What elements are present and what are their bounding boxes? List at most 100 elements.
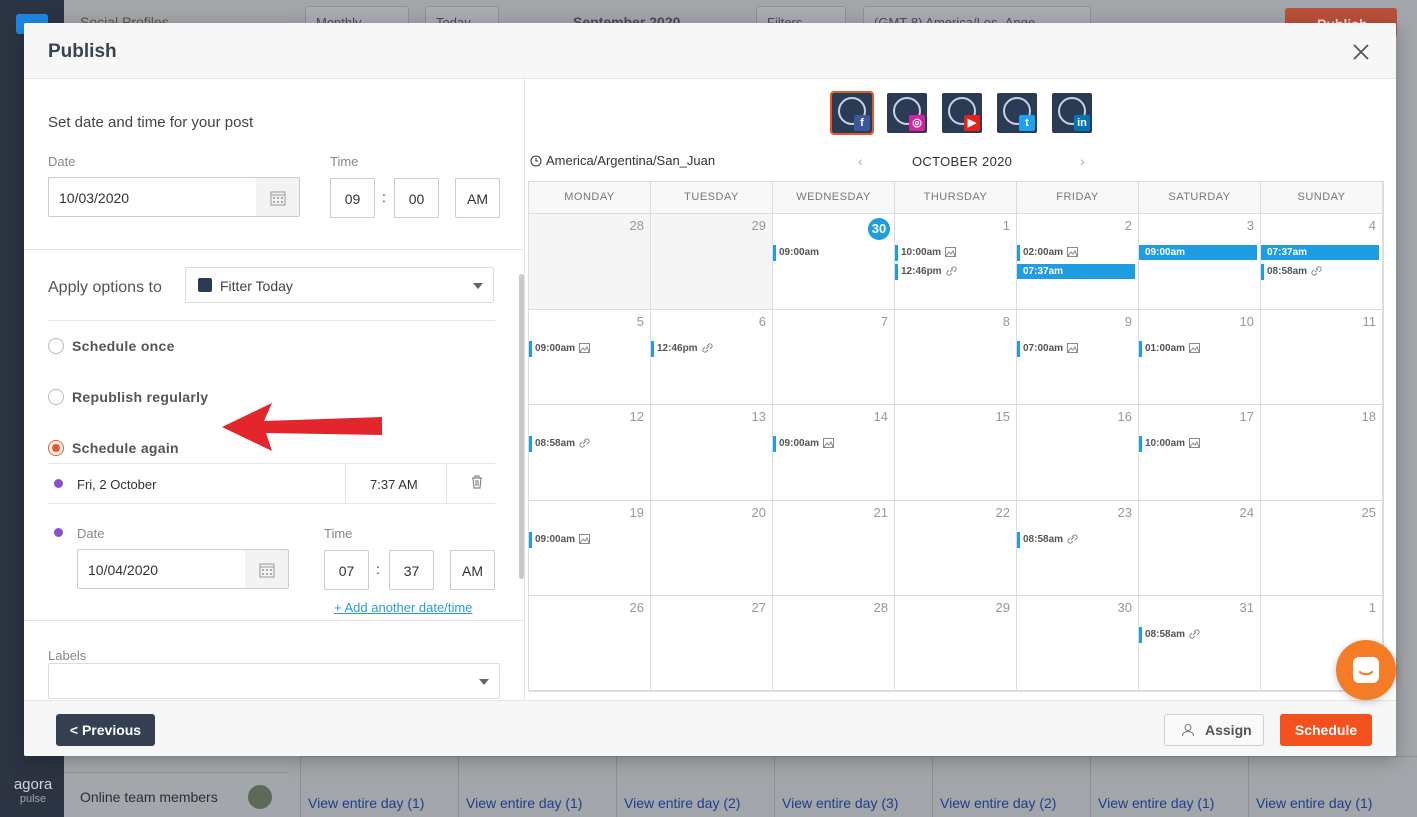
- calendar-day-cell[interactable]: 25: [1261, 500, 1383, 597]
- calendar-day-cell[interactable]: 13: [651, 405, 773, 501]
- view-entire-day-link[interactable]: View entire day (2): [940, 795, 1056, 811]
- scheduled-post-event[interactable]: 07:00am: [1017, 340, 1079, 357]
- republish-regularly-label[interactable]: Republish regularly: [72, 389, 208, 405]
- calendar-day-cell[interactable]: 19 09:00am: [529, 500, 651, 597]
- chat-support-button[interactable]: [1336, 640, 1396, 700]
- assign-button[interactable]: Assign: [1164, 714, 1264, 746]
- next-month-chevron-icon[interactable]: ›: [1080, 153, 1085, 169]
- online-team-members[interactable]: Online team members: [64, 772, 288, 817]
- view-entire-day-link[interactable]: View entire day (1): [466, 795, 582, 811]
- schedule-once-radio[interactable]: [48, 338, 64, 354]
- schedule-again-radio[interactable]: [48, 440, 64, 456]
- scheduled-post-event[interactable]: 10:00am: [895, 245, 957, 261]
- calendar-day-cell[interactable]: 4 07:37am 08:58am: [1261, 214, 1383, 310]
- linkedin-profile-tab[interactable]: in: [1052, 93, 1092, 133]
- second-date-picker-button[interactable]: [245, 549, 289, 589]
- calendar-day-cell[interactable]: 15: [895, 405, 1017, 501]
- minute-input[interactable]: 00: [394, 178, 439, 218]
- schedule-once-label[interactable]: Schedule once: [72, 338, 175, 354]
- scheduled-post-event[interactable]: 09:00am: [1139, 245, 1257, 260]
- calendar-day-cell[interactable]: 29: [895, 596, 1017, 692]
- republish-regularly-radio[interactable]: [48, 389, 64, 405]
- scheduled-post-event[interactable]: 08:58am: [1139, 627, 1200, 644]
- calendar-day-cell[interactable]: 3 09:00am: [1139, 214, 1261, 310]
- calendar-day-cell[interactable]: 9 07:00am: [1017, 309, 1139, 406]
- scheduled-post-event[interactable]: 12:46pm: [895, 264, 957, 280]
- calendar-day-cell[interactable]: 6 12:46pm: [651, 309, 773, 406]
- second-hour-input[interactable]: 07: [324, 550, 369, 590]
- scheduled-post-event[interactable]: 09:00am: [773, 245, 819, 261]
- labels-select[interactable]: [48, 663, 500, 699]
- view-entire-day-link[interactable]: View entire day (1): [1098, 795, 1214, 811]
- calendar-day-cell[interactable]: 18: [1261, 405, 1383, 501]
- second-date-input[interactable]: 10/04/2020: [77, 549, 246, 589]
- calendar-day-cell[interactable]: 12 08:58am: [529, 405, 651, 501]
- divider: [48, 463, 495, 464]
- youtube-profile-tab[interactable]: ▶: [942, 93, 982, 133]
- calendar-day-cell[interactable]: 30: [1017, 596, 1139, 692]
- hour-input[interactable]: 09: [330, 178, 375, 218]
- scheduled-post-event[interactable]: 09:00am: [529, 340, 591, 357]
- calendar-day-cell[interactable]: 16: [1017, 405, 1139, 501]
- calendar-day-cell[interactable]: 20: [651, 500, 773, 597]
- link-icon: [702, 343, 713, 353]
- view-entire-day-link[interactable]: View entire day (2): [624, 795, 740, 811]
- calendar-day-cell[interactable]: 10 01:00am: [1139, 309, 1261, 406]
- calendar-day-cell[interactable]: 8: [895, 309, 1017, 406]
- modal-header: Publish: [24, 23, 1396, 79]
- second-ampm-toggle[interactable]: AM: [450, 550, 495, 590]
- scheduled-post-event[interactable]: 08:58am: [1261, 264, 1322, 280]
- trash-icon[interactable]: [471, 475, 483, 489]
- previous-button[interactable]: < Previous: [56, 714, 155, 746]
- date-input[interactable]: 10/03/2020: [48, 177, 257, 217]
- scheduled-post-event[interactable]: 10:00am: [1139, 436, 1201, 453]
- calendar-day-cell[interactable]: 21: [773, 500, 895, 597]
- add-another-datetime-link[interactable]: + Add another date/time: [334, 600, 472, 615]
- scheduled-post-event[interactable]: 09:00am: [773, 436, 835, 453]
- prev-month-chevron-icon[interactable]: ‹: [858, 153, 863, 169]
- calendar-day-cell[interactable]: 31 08:58am: [1139, 596, 1261, 692]
- calendar-day-cell[interactable]: 11: [1261, 309, 1383, 406]
- scheduled-post-event[interactable]: 12:46pm: [651, 340, 713, 357]
- schedule-again-label[interactable]: Schedule again: [72, 440, 179, 456]
- twitter-profile-tab[interactable]: t: [997, 93, 1037, 133]
- calendar-day-cell[interactable]: 30 09:00am: [773, 214, 895, 310]
- calendar-day-cell[interactable]: 22: [895, 500, 1017, 597]
- facebook-profile-tab[interactable]: f: [830, 91, 874, 135]
- calendar-day-cell[interactable]: 28: [529, 214, 651, 310]
- second-minute-input[interactable]: 37: [389, 550, 434, 590]
- apply-options-select[interactable]: Fitter Today: [185, 267, 494, 303]
- left-pane-scrollbar[interactable]: [519, 274, 524, 579]
- team-avatar[interactable]: [248, 785, 272, 809]
- calendar-day-cell[interactable]: 17 10:00am: [1139, 405, 1261, 501]
- scheduled-post-event[interactable]: 08:58am: [1017, 531, 1078, 548]
- date-picker-button[interactable]: [256, 177, 300, 217]
- modal-title: Publish: [48, 41, 117, 62]
- instagram-profile-tab[interactable]: ◎: [887, 93, 927, 133]
- twitter-icon: t: [1019, 115, 1035, 131]
- view-entire-day-link[interactable]: View entire day (1): [1256, 795, 1372, 811]
- calendar-day-cell[interactable]: 24: [1139, 500, 1261, 597]
- calendar-day-cell[interactable]: 23 08:58am: [1017, 500, 1139, 597]
- scheduled-post-event[interactable]: 08:58am: [529, 436, 590, 453]
- calendar-day-cell[interactable]: 14 09:00am: [773, 405, 895, 501]
- calendar-day-cell[interactable]: 26: [529, 596, 651, 692]
- scheduled-post-event[interactable]: 09:00am: [529, 531, 591, 548]
- ampm-toggle[interactable]: AM: [455, 178, 500, 218]
- time-separator: :: [382, 189, 386, 205]
- scheduled-post-event[interactable]: 07:37am: [1017, 264, 1135, 279]
- scheduled-post-event[interactable]: 02:00am: [1017, 245, 1079, 261]
- close-icon[interactable]: [1350, 41, 1372, 63]
- calendar-day-cell[interactable]: 7: [773, 309, 895, 406]
- calendar-day-cell[interactable]: 1 10:00am 12:46pm: [895, 214, 1017, 310]
- calendar-day-cell[interactable]: 5 09:00am: [529, 309, 651, 406]
- calendar-day-cell[interactable]: 28: [773, 596, 895, 692]
- scheduled-post-event[interactable]: 07:37am: [1261, 245, 1379, 260]
- scheduled-post-event[interactable]: 01:00am: [1139, 340, 1201, 357]
- view-entire-day-link[interactable]: View entire day (3): [782, 795, 898, 811]
- calendar-day-cell[interactable]: 2 02:00am 07:37am: [1017, 214, 1139, 310]
- view-entire-day-link[interactable]: View entire day (1): [308, 795, 424, 811]
- calendar-day-cell[interactable]: 27: [651, 596, 773, 692]
- schedule-button[interactable]: Schedule: [1280, 714, 1372, 746]
- calendar-day-cell[interactable]: 29: [651, 214, 773, 310]
